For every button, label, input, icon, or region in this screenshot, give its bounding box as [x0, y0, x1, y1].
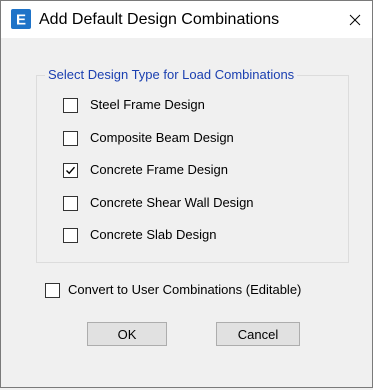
- option-label: Concrete Shear Wall Design: [90, 195, 254, 210]
- option-concrete-slab-design[interactable]: Concrete Slab Design: [63, 226, 216, 244]
- etabs-app-icon: E: [11, 9, 31, 29]
- checkbox[interactable]: [63, 227, 78, 243]
- dialog-window: E Add Default Design Combinations Select…: [0, 0, 373, 388]
- checkmark-icon: [66, 166, 76, 174]
- design-type-groupbox: Select Design Type for Load Combinations…: [36, 67, 349, 263]
- ok-button[interactable]: OK: [87, 322, 167, 346]
- close-icon: [349, 14, 361, 25]
- convert-label: Convert to User Combinations (Editable): [68, 282, 302, 297]
- option-steel-frame-design[interactable]: Steel Frame Design: [63, 96, 205, 114]
- dialog-title: Add Default Design Combinations: [39, 11, 280, 28]
- checkbox[interactable]: [63, 130, 78, 146]
- option-label: Concrete Slab Design: [90, 227, 217, 242]
- cancel-button[interactable]: Cancel: [216, 322, 300, 346]
- close-button[interactable]: [338, 1, 372, 38]
- checkbox[interactable]: [63, 195, 78, 211]
- svg-text:E: E: [16, 12, 26, 29]
- option-label: Steel Frame Design: [90, 97, 205, 112]
- option-label: Concrete Frame Design: [90, 162, 228, 177]
- checkbox[interactable]: [45, 282, 60, 298]
- option-concrete-frame-design[interactable]: Concrete Frame Design: [63, 161, 228, 179]
- checkbox-checked[interactable]: [63, 162, 78, 178]
- title-bar[interactable]: E Add Default Design Combinations: [1, 1, 372, 38]
- groupbox-legend: Select Design Type for Load Combinations: [45, 67, 298, 83]
- convert-to-user-combinations-option[interactable]: Convert to User Combinations (Editable): [45, 281, 301, 299]
- option-composite-beam-design[interactable]: Composite Beam Design: [63, 129, 234, 147]
- checkbox[interactable]: [63, 97, 78, 113]
- option-concrete-shear-wall-design[interactable]: Concrete Shear Wall Design: [63, 194, 254, 212]
- option-label: Composite Beam Design: [90, 130, 234, 145]
